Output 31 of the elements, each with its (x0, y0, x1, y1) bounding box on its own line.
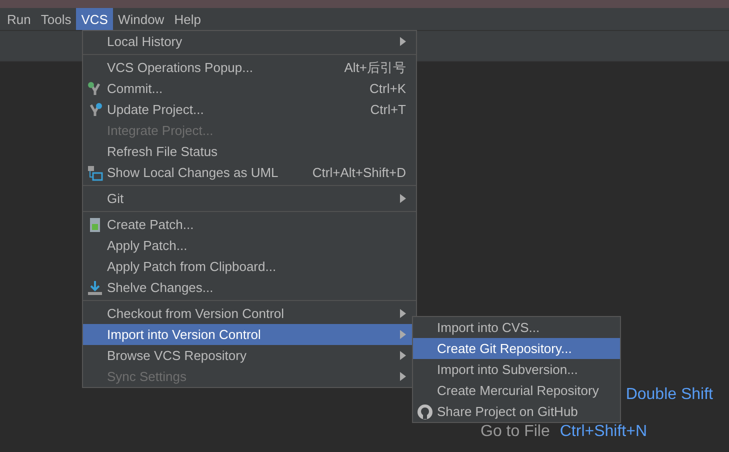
menu-bar-item[interactable]: Tools (36, 8, 76, 30)
hint-shortcut: Ctrl+Shift+N (560, 423, 647, 441)
file-icon (87, 216, 103, 232)
menu-item[interactable]: Create Git Repository... (413, 338, 620, 359)
menu-item[interactable]: Refresh File Status (83, 141, 416, 162)
menu-item[interactable]: Import into CVS... (413, 317, 620, 338)
download-icon (87, 280, 103, 296)
menu-item[interactable]: Create Patch... (83, 214, 416, 235)
menu-item[interactable]: Local History (83, 31, 416, 52)
hint-label: Go to File (480, 423, 550, 441)
menu-item[interactable]: Git (83, 188, 416, 209)
menu-bar-item[interactable]: VCS (76, 8, 113, 30)
menu-item[interactable]: Shelve Changes... (83, 277, 416, 298)
menu-item[interactable]: Apply Patch... (83, 235, 416, 256)
menu-item[interactable]: Browse VCS Repository (83, 345, 416, 366)
menu-item[interactable]: Import into Subversion... (413, 359, 620, 380)
commit-icon (87, 80, 103, 96)
menu-bar-item[interactable]: Run (2, 8, 36, 30)
menu-item[interactable]: Create Mercurial Repository (413, 380, 620, 401)
menu-item[interactable]: Commit... Ctrl+K (83, 78, 416, 99)
update-icon (87, 102, 103, 118)
menu-item[interactable]: Show Local Changes as UML Ctrl+Alt+Shift+D (83, 162, 416, 183)
diagram-icon (87, 164, 103, 180)
menu-item[interactable]: Share Project on GitHub (413, 401, 620, 422)
hint-shortcut: Double Shift (626, 386, 713, 403)
menu-bar-item[interactable]: Window (112, 8, 170, 30)
menu-item[interactable]: Apply Patch from Clipboard... (83, 256, 416, 277)
menu-bar-item[interactable]: Help (169, 8, 206, 30)
menu-item[interactable]: VCS Operations Popup... Alt+后引号 (83, 57, 416, 78)
menu-item[interactable]: Update Project... Ctrl+T (83, 99, 416, 120)
menu-item[interactable]: Checkout from Version Control (83, 303, 416, 324)
